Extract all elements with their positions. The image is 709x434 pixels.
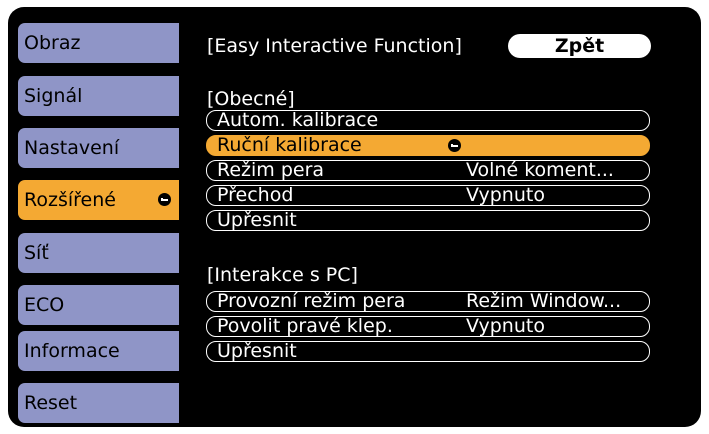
menu-item-transition[interactable]: Přechod Vypnuto xyxy=(206,185,650,206)
page-title: [Easy Interactive Function] xyxy=(207,35,462,57)
menu-item-manual-calibration[interactable]: Ruční kalibrace xyxy=(206,135,650,156)
menu-item-value: Režim Window... xyxy=(466,290,622,312)
tab-label: ECO xyxy=(24,294,65,316)
tab-eco[interactable]: ECO xyxy=(18,285,179,325)
tab-label: Rozšířené xyxy=(24,189,116,211)
tab-label: Signál xyxy=(24,85,83,107)
menu-item-label: Povolit pravé klep. xyxy=(217,315,393,337)
menu-item-label: Autom. kalibrace xyxy=(217,109,379,131)
tab-label: Obraz xyxy=(24,32,81,54)
menu-item-value: Vypnuto xyxy=(466,315,545,337)
menu-item-auto-calibration[interactable]: Autom. kalibrace xyxy=(206,110,650,131)
menu-item-pen-operation-mode[interactable]: Provozní režim pera Režim Window... xyxy=(206,291,650,312)
menu-item-value: Volné koment... xyxy=(466,159,614,181)
tab-label: Informace xyxy=(24,340,120,362)
menu-item-advanced-general[interactable]: Upřesnit xyxy=(206,210,650,231)
menu-item-label: Upřesnit xyxy=(217,340,297,362)
menu-item-advanced-pc[interactable]: Upřesnit xyxy=(206,341,650,362)
tab-informace[interactable]: Informace xyxy=(18,331,179,371)
tab-obraz[interactable]: Obraz xyxy=(18,23,179,63)
tab-nastaveni[interactable]: Nastavení xyxy=(18,128,179,168)
menu-item-pen-mode[interactable]: Režim pera Volné koment... xyxy=(206,160,650,181)
tab-label: Síť xyxy=(24,242,49,264)
enter-icon xyxy=(158,193,171,206)
tab-signal[interactable]: Signál xyxy=(18,76,179,116)
enter-icon xyxy=(448,139,461,152)
menu-item-label: Ruční kalibrace xyxy=(217,134,362,156)
menu-item-label: Režim pera xyxy=(217,159,325,181)
menu-item-value: Vypnuto xyxy=(466,184,545,206)
tab-rozsirene[interactable]: Rozšířené xyxy=(18,180,179,220)
tab-label: Reset xyxy=(24,392,78,414)
menu-item-label: Upřesnit xyxy=(217,209,297,231)
section-heading-pc: [Interakce s PC] xyxy=(207,264,358,286)
tab-reset[interactable]: Reset xyxy=(18,383,179,423)
tab-label: Nastavení xyxy=(24,137,120,159)
back-button[interactable]: Zpět xyxy=(508,34,651,58)
menu-item-right-click[interactable]: Povolit pravé klep. Vypnuto xyxy=(206,316,650,337)
menu-item-label: Přechod xyxy=(217,184,294,206)
tab-sit[interactable]: Síť xyxy=(18,233,179,273)
menu-item-label: Provozní režim pera xyxy=(217,290,406,312)
section-heading-general: [Obecné] xyxy=(207,88,295,110)
